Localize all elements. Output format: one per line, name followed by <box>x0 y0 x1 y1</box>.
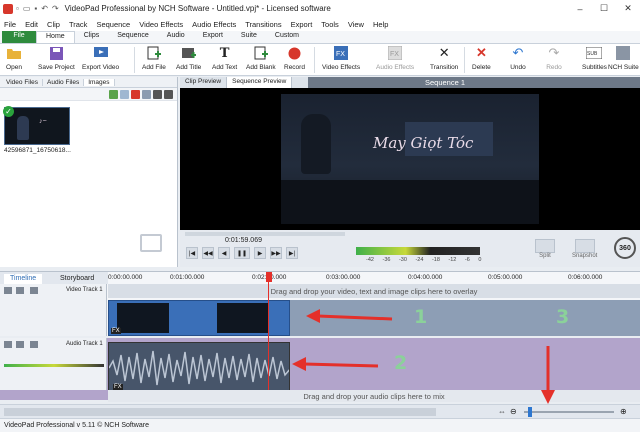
timeline-scroll-area: ⇔ ⊖ ⊕ <box>0 404 640 418</box>
annotation-number-1: 1 <box>414 306 428 328</box>
zoom-out-icon[interactable]: ⊖ <box>510 407 517 416</box>
horizontal-scrollbar[interactable] <box>4 408 436 416</box>
zoom-in-icon[interactable]: ⊕ <box>620 407 627 416</box>
annotation-overlay <box>292 309 555 404</box>
fit-icon[interactable]: ⇔ <box>498 407 506 416</box>
status-text: VideoPad Professional v 5.11 © NCH Softw… <box>4 422 149 429</box>
arrow-2 <box>292 357 379 371</box>
annotation-number-2: 2 <box>394 352 408 374</box>
status-bar: VideoPad Professional v 5.11 © NCH Softw… <box>0 418 640 432</box>
zoom-slider-thumb[interactable] <box>528 407 532 417</box>
annotation-number-3: 3 <box>556 306 570 328</box>
arrow-1 <box>306 309 393 323</box>
arrow-3 <box>541 346 555 404</box>
zoom-slider[interactable] <box>524 411 614 413</box>
